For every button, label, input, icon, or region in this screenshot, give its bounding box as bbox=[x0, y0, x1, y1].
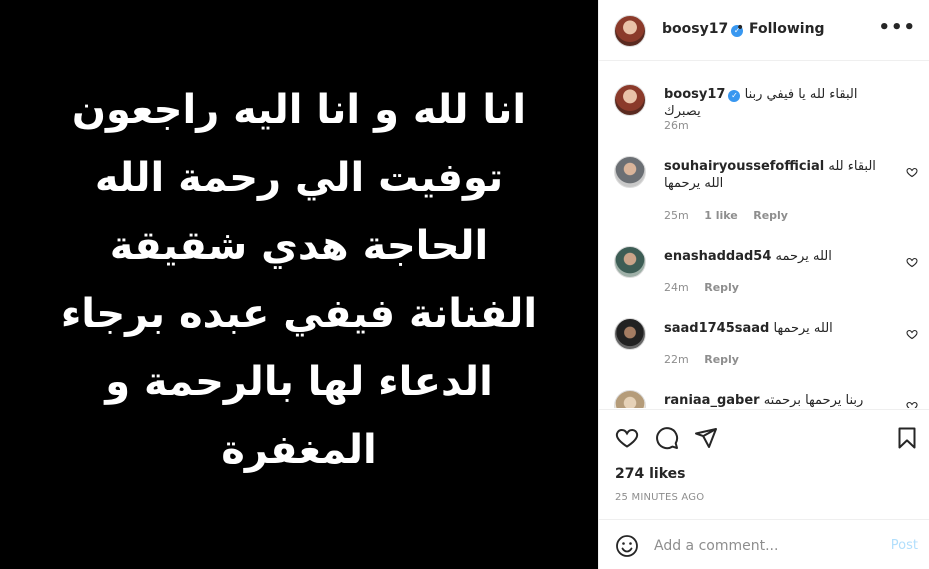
comment-meta: 22m Reply bbox=[664, 353, 751, 366]
like-comment-heart-icon[interactable] bbox=[906, 166, 918, 178]
author-avatar[interactable] bbox=[614, 84, 646, 116]
caption-username[interactable]: boosy17 ✓ bbox=[664, 87, 741, 102]
post-actions: 274 likes 25 MINUTES AGO bbox=[599, 409, 929, 519]
add-comment-input[interactable] bbox=[654, 535, 874, 557]
verified-badge-icon: ✓ bbox=[728, 90, 741, 102]
comment-time[interactable]: 22m bbox=[664, 353, 689, 366]
reply-button[interactable]: Reply bbox=[753, 209, 788, 222]
post-image-line: الحاجة هدي شقيقة bbox=[109, 222, 489, 269]
caption-time[interactable]: 26m bbox=[664, 119, 689, 132]
comment-bubble-icon[interactable] bbox=[655, 426, 679, 450]
like-heart-icon[interactable] bbox=[615, 426, 639, 450]
like-comment-heart-icon[interactable] bbox=[906, 256, 918, 268]
like-comment-heart-icon[interactable] bbox=[906, 400, 918, 408]
post-image-text: انا لله و انا اليه راجعون توفيت الي رحمة… bbox=[19, 76, 579, 484]
emoji-smiley-icon[interactable] bbox=[615, 534, 639, 558]
post-image-line: المغفرة bbox=[221, 426, 377, 473]
comment-username[interactable]: saad1745saad bbox=[664, 321, 769, 336]
share-send-icon[interactable] bbox=[694, 426, 718, 450]
comment-likes[interactable]: 1 like bbox=[704, 209, 738, 222]
commenter-avatar[interactable] bbox=[614, 318, 646, 350]
comments-list[interactable]: boosy17 ✓ البقاء لله يا فيفي ربنا يصبرك 2… bbox=[599, 62, 929, 408]
reply-button[interactable]: Reply bbox=[704, 353, 739, 366]
header-separator: • bbox=[736, 20, 745, 36]
post-image-line: الدعاء لها بالرحمة و bbox=[105, 358, 493, 405]
post-comment-button[interactable]: Post bbox=[891, 538, 918, 553]
post-image-line: الفنانة فيفي عبده برجاء bbox=[60, 290, 538, 337]
post-image[interactable]: انا لله و انا اليه راجعون توفيت الي رحمة… bbox=[0, 0, 598, 569]
following-button[interactable]: Following bbox=[749, 21, 825, 37]
add-comment-bar: Post bbox=[599, 519, 929, 569]
comment-meta: 24m Reply bbox=[664, 281, 751, 294]
caption-meta: 26m bbox=[664, 119, 701, 132]
post-header: boosy17 ✓ • Following ••• bbox=[599, 0, 929, 61]
reply-button[interactable]: Reply bbox=[704, 281, 739, 294]
commenter-avatar[interactable] bbox=[614, 156, 646, 188]
comment-username[interactable]: souhairyoussefofficial bbox=[664, 159, 824, 174]
comment-time[interactable]: 25m bbox=[664, 209, 689, 222]
comment-time[interactable]: 24m bbox=[664, 281, 689, 294]
author-username[interactable]: boosy17 ✓ bbox=[662, 21, 744, 37]
comment-text: ربنا يرحمها برحمته bbox=[763, 393, 864, 408]
comment-meta: 25m 1 like Reply bbox=[664, 209, 800, 222]
likes-count[interactable]: 274 likes bbox=[615, 466, 685, 482]
author-avatar[interactable] bbox=[614, 15, 646, 47]
commenter-avatar[interactable] bbox=[614, 246, 646, 278]
more-horizontal-icon[interactable]: ••• bbox=[878, 17, 916, 38]
post-side-panel: boosy17 ✓ • Following ••• boosy17 ✓ البقاء… bbox=[598, 0, 929, 569]
posted-time[interactable]: 25 MINUTES AGO bbox=[615, 492, 704, 503]
post-image-line: توفيت الي رحمة الله bbox=[94, 154, 504, 201]
commenter-avatar[interactable] bbox=[614, 390, 646, 408]
like-comment-heart-icon[interactable] bbox=[906, 328, 918, 340]
comment-text: الله يرحمها bbox=[773, 321, 833, 336]
post-image-line: انا لله و انا اليه راجعون bbox=[71, 86, 527, 133]
save-bookmark-icon[interactable] bbox=[895, 426, 919, 450]
comment-text: الله يرحمه bbox=[775, 249, 832, 264]
comment-username[interactable]: enashaddad54 bbox=[664, 249, 771, 264]
comment-username[interactable]: raniaa_gaber bbox=[664, 393, 760, 408]
